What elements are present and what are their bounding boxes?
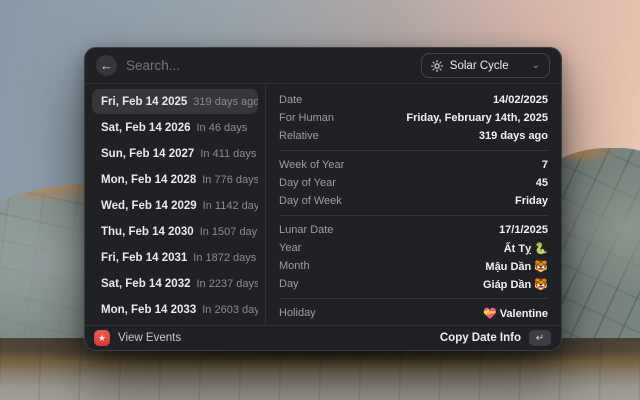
detail-row: Relative 319 days ago [279, 127, 548, 145]
search-input[interactable] [126, 58, 412, 73]
list-item-subtitle: 319 days ago [193, 96, 258, 108]
list-item-subtitle: In 2603 days [202, 304, 258, 316]
detail-row: Date 14/02/2025 [279, 91, 548, 109]
section-divider [279, 215, 548, 216]
list-item-subtitle: In 411 days [200, 148, 256, 160]
section-divider [279, 298, 548, 299]
window-body: Fri, Feb 14 2025 319 days ago Sat, Feb 1… [85, 84, 561, 325]
detail-row: Week of Year 7 [279, 156, 548, 174]
list-item[interactable]: Sat, Feb 14 2026 In 46 days [92, 115, 258, 140]
detail-row: Day of Week Friday [279, 192, 548, 210]
list-item[interactable]: Mon, Feb 14 2033 In 2603 days [92, 297, 258, 322]
list-item-subtitle: In 1142 days [203, 200, 258, 212]
list-item-subtitle: In 1507 days [200, 226, 258, 238]
detail-value: 45 [536, 177, 548, 189]
copy-date-info-button[interactable]: Copy Date Info [440, 332, 521, 344]
list-item-subtitle: In 2237 days [197, 278, 259, 290]
detail-value: Ất Tỵ 🐍 [504, 242, 548, 255]
list-item-subtitle: In 776 days [202, 174, 258, 186]
action-bar: ★ View Events Copy Date Info ↵ [85, 325, 561, 350]
list-item-subtitle: In 46 days [197, 122, 248, 134]
star-icon: ★ [98, 333, 106, 344]
detail-label: Holiday [279, 307, 316, 319]
view-events-button[interactable]: View Events [118, 332, 181, 344]
extension-icon: ★ [94, 330, 110, 346]
list-item[interactable]: Fri, Feb 14 2025 319 days ago [92, 89, 258, 114]
list-item[interactable]: Sat, Feb 14 2032 In 2237 days [92, 271, 258, 296]
detail-value: Mậu Dần 🐯 [485, 260, 548, 273]
list-item[interactable]: Mon, Feb 14 2028 In 776 days [92, 167, 258, 192]
detail-label: Day [279, 278, 299, 290]
detail-label: Day of Year [279, 177, 336, 189]
list-item-title: Sun, Feb 14 2027 [101, 148, 194, 160]
desktop: ← Solar Cycle ⌄ [0, 0, 640, 400]
list-item[interactable]: Sun, Feb 14 2027 In 411 days [92, 141, 258, 166]
date-result-list: Fri, Feb 14 2025 319 days ago Sat, Feb 1… [85, 84, 266, 325]
detail-label: Week of Year [279, 159, 344, 171]
date-detail-panel: Date 14/02/2025 For Human Friday, Februa… [266, 84, 561, 325]
detail-label: Date [279, 94, 302, 106]
list-item[interactable]: Fri, Feb 14 2031 In 1872 days [92, 245, 258, 270]
dropdown-selected-value: Solar Cycle [450, 60, 509, 72]
detail-row: Lunar Date 17/1/2025 [279, 221, 548, 239]
list-item[interactable]: Wed, Feb 14 2029 In 1142 days [92, 193, 258, 218]
list-item-title: Fri, Feb 14 2031 [101, 252, 187, 264]
detail-value: 319 days ago [479, 130, 548, 142]
detail-label: For Human [279, 112, 334, 124]
detail-value: Friday [515, 195, 548, 207]
list-item-subtitle: In 1872 days [193, 252, 256, 264]
search-bar: ← Solar Cycle ⌄ [85, 48, 561, 84]
detail-value: Friday, February 14th, 2025 [406, 112, 548, 124]
list-item-title: Wed, Feb 14 2029 [101, 200, 197, 212]
back-button[interactable]: ← [96, 55, 117, 76]
calendar-mode-dropdown[interactable]: Solar Cycle ⌄ [421, 53, 550, 78]
detail-label: Day of Week [279, 195, 342, 207]
list-item-title: Fri, Feb 14 2025 [101, 96, 187, 108]
detail-value: Giáp Dần 🐯 [483, 278, 548, 291]
detail-label: Year [279, 242, 301, 254]
list-item-title: Mon, Feb 14 2033 [101, 304, 196, 316]
list-item-title: Mon, Feb 14 2028 [101, 174, 196, 186]
launcher-window: ← Solar Cycle ⌄ [84, 47, 562, 351]
detail-value: 17/1/2025 [499, 224, 548, 236]
detail-value: 💝 Valentine [483, 307, 548, 320]
list-item-title: Thu, Feb 14 2030 [101, 226, 194, 238]
section-divider [279, 150, 548, 151]
detail-label: Relative [279, 130, 319, 142]
detail-value: 7 [542, 159, 548, 171]
detail-row: Year Ất Tỵ 🐍 [279, 239, 548, 257]
detail-row: Day Giáp Dần 🐯 [279, 275, 548, 293]
list-item-title: Sat, Feb 14 2032 [101, 278, 191, 290]
solar-cycle-icon [431, 60, 443, 72]
list-item[interactable]: Thu, Feb 14 2030 In 1507 days [92, 219, 258, 244]
detail-row: Holiday 💝 Valentine [279, 304, 548, 322]
list-item-title: Sat, Feb 14 2026 [101, 122, 191, 134]
detail-row: Month Mậu Dần 🐯 [279, 257, 548, 275]
detail-value: 14/02/2025 [493, 94, 548, 106]
detail-label: Lunar Date [279, 224, 333, 236]
back-icon: ← [100, 58, 113, 73]
detail-row: For Human Friday, February 14th, 2025 [279, 109, 548, 127]
detail-row: Day of Year 45 [279, 174, 548, 192]
detail-label: Month [279, 260, 310, 272]
return-key-icon: ↵ [529, 330, 551, 346]
chevron-down-icon: ⌄ [532, 61, 540, 71]
